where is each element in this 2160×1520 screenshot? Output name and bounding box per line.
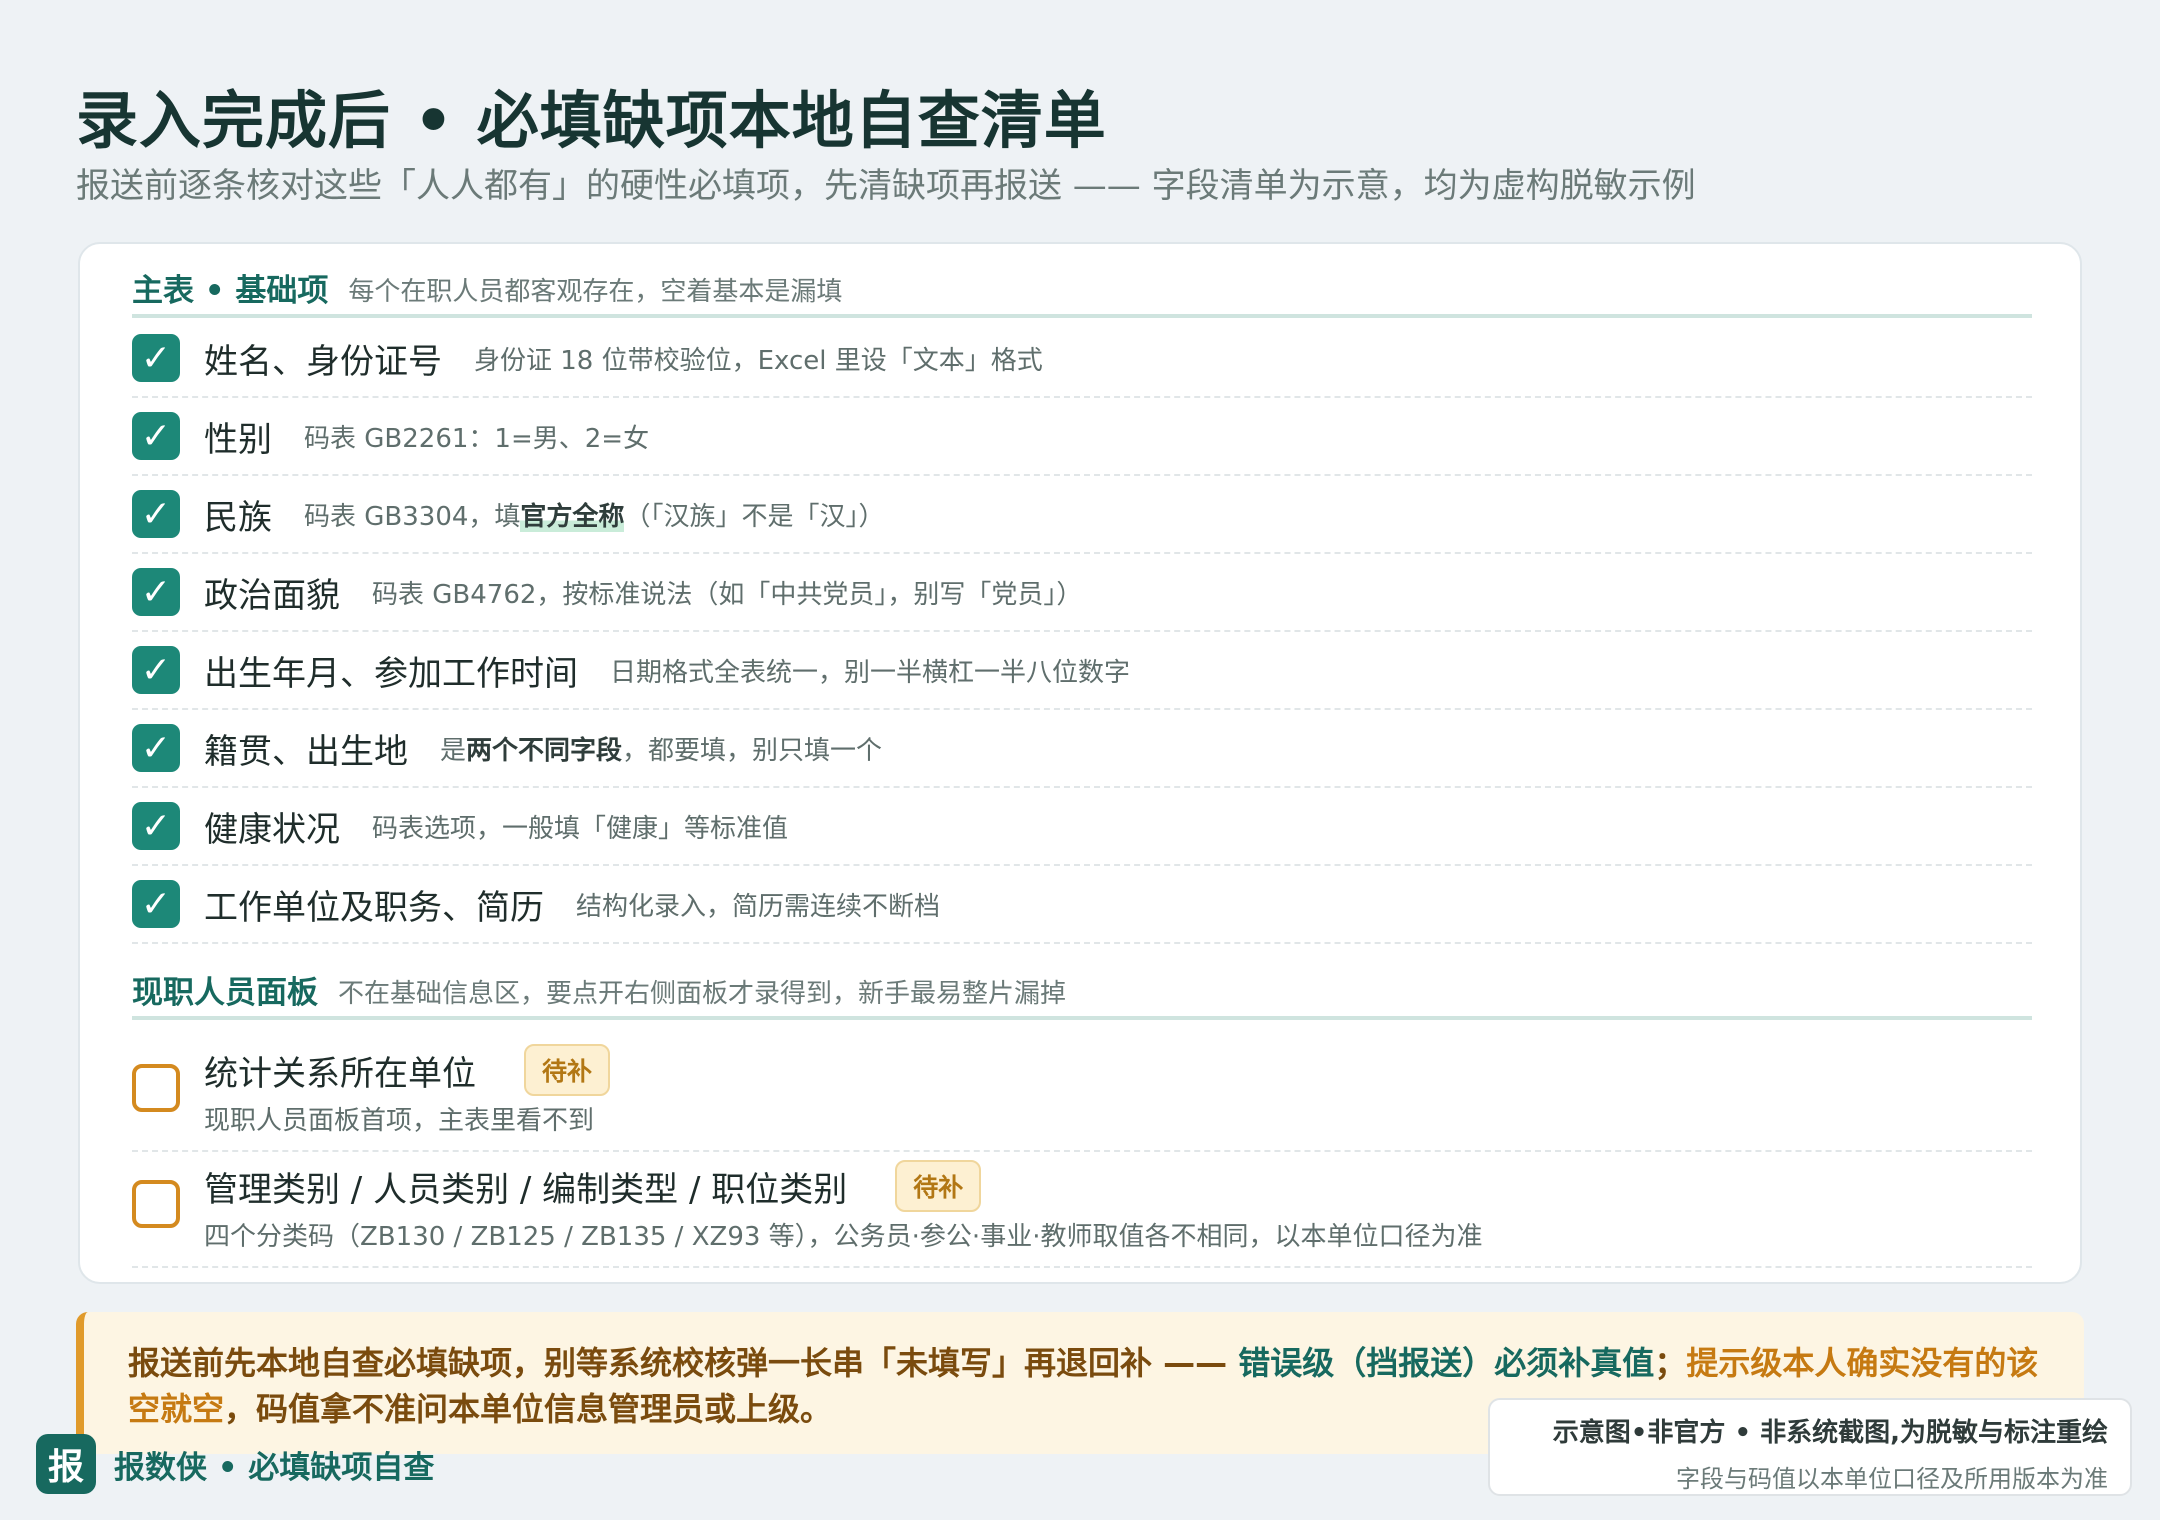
section-header-basic: 主表 • 基础项 每个在职人员都客观存在，空着基本是漏填 xyxy=(132,260,2032,318)
item-note: 码表 GB2261：1=男、2=女 xyxy=(304,423,650,454)
section-note: 不在基础信息区，要点开右侧面板才录得到，新手最易整片漏掉 xyxy=(338,979,1067,1009)
checkbox-checked-icon[interactable]: ✓ xyxy=(132,802,180,850)
pending-badge: 待补 xyxy=(524,1044,611,1096)
item-label: 姓名、身份证号 xyxy=(204,341,442,382)
item-label: 民族 xyxy=(204,497,272,538)
checklist-item-gender: ✓ 性别 码表 GB2261：1=男、2=女 xyxy=(132,398,2032,476)
item-label: 统计关系所在单位 xyxy=(204,1053,476,1094)
item-note-post: ，都要填，别只填一个 xyxy=(622,735,883,766)
item-label: 出生年月、参加工作时间 xyxy=(204,653,578,694)
item-label: 性别 xyxy=(204,419,272,460)
section-note: 每个在职人员都客观存在，空着基本是漏填 xyxy=(348,277,843,307)
item-note: 码表 GB4762，按标准说法（如「中共党员」，别写「党员」） xyxy=(372,579,1083,610)
callout-text: 报送前先本地自查必填缺项，别等系统校核弹一长串「未填写」再退回补 —— xyxy=(128,1344,1239,1382)
item-note: 身份证 18 位带校验位，Excel 里设「文本」格式 xyxy=(474,345,1043,376)
checklist-item-political-status: ✓ 政治面貌 码表 GB4762，按标准说法（如「中共党员」，别写「党员」） xyxy=(132,554,2032,632)
checklist-item-name-id: ✓ 姓名、身份证号 身份证 18 位带校验位，Excel 里设「文本」格式 xyxy=(132,320,2032,398)
checkbox-empty-icon[interactable] xyxy=(132,1180,180,1228)
checklist-item-dates: ✓ 出生年月、参加工作时间 日期格式全表统一，别一半横杠一半八位数字 xyxy=(132,632,2032,710)
item-label: 政治面貌 xyxy=(204,575,340,616)
item-note-highlight: 两个不同字段 xyxy=(466,735,623,766)
checklist-item-work-resume: ✓ 工作单位及职务、简历 结构化录入，简历需连续不断档 xyxy=(132,866,2032,944)
disclaimer-title: 示意图•非官方 • 非系统截图,为脱敏与标注重绘 xyxy=(1552,1418,2108,1448)
item-note: 是两个不同字段，都要填，别只填一个 xyxy=(440,730,882,767)
page-title: 录入完成后 • 必填缺项本地自查清单 xyxy=(76,84,1107,157)
item-label: 工作单位及职务、简历 xyxy=(204,887,544,928)
pending-badge: 待补 xyxy=(895,1160,982,1212)
section-title: 现职人员面板 xyxy=(132,975,318,1011)
checklist-item-ethnicity: ✓ 民族 码表 GB3304，填官方全称（「汉族」不是「汉」） xyxy=(132,476,2032,554)
item-note: 结构化录入，简历需连续不断档 xyxy=(576,891,941,922)
disclaimer-note: 字段与码值以本单位口径及所用版本为准 xyxy=(1676,1465,2108,1493)
checkbox-checked-icon[interactable]: ✓ xyxy=(132,568,180,616)
callout-separator: ； xyxy=(1654,1344,1687,1382)
checkbox-checked-icon[interactable]: ✓ xyxy=(132,412,180,460)
page-subtitle: 报送前逐条核对这些「人人都有」的硬性必填项，先清缺项再报送 —— 字段清单为示意… xyxy=(76,166,1696,206)
item-note-post: （「汉族」不是「汉」） xyxy=(624,501,885,532)
item-note: 码表选项，一般填「健康」等标准值 xyxy=(372,813,789,844)
item-note-pre: 码表 GB3304，填 xyxy=(304,501,521,532)
checkbox-checked-icon[interactable]: ✓ xyxy=(132,646,180,694)
brand-footer: 报 报数侠 • 必填缺项自查 xyxy=(36,1434,434,1494)
checkbox-checked-icon[interactable]: ✓ xyxy=(132,880,180,928)
item-note: 码表 GB3304，填官方全称（「汉族」不是「汉」） xyxy=(304,496,884,533)
callout-error-level: 错误级（挡报送）必须补真值 xyxy=(1238,1344,1655,1382)
section-title: 主表 • 基础项 xyxy=(132,273,329,309)
brand-logo-icon: 报 xyxy=(36,1434,96,1494)
callout-text-end: ，码值拿不准问本单位信息管理员或上级。 xyxy=(224,1390,833,1428)
item-note: 日期格式全表统一，别一半横杠一半八位数字 xyxy=(610,657,1131,688)
item-note: 四个分类码（ZB130 / ZB125 / ZB135 / XZ93 等），公务… xyxy=(204,1222,1483,1252)
section-header-current-staff: 现职人员面板 不在基础信息区，要点开右侧面板才录得到，新手最易整片漏掉 xyxy=(132,962,2032,1020)
checklist-item-categories: 管理类别 / 人员类别 / 编制类型 / 职位类别 待补 四个分类码（ZB130… xyxy=(132,1154,2032,1268)
brand-name: 报数侠 • 必填缺项自查 xyxy=(114,1449,435,1486)
item-label: 健康状况 xyxy=(204,809,340,850)
checkbox-checked-icon[interactable]: ✓ xyxy=(132,724,180,772)
disclaimer-box: 示意图•非官方 • 非系统截图,为脱敏与标注重绘 字段与码值以本单位口径及所用版… xyxy=(1488,1398,2132,1496)
checklist-card: 主表 • 基础项 每个在职人员都客观存在，空着基本是漏填 ✓ 姓名、身份证号 身… xyxy=(78,242,2082,1284)
checkbox-checked-icon[interactable]: ✓ xyxy=(132,490,180,538)
item-note: 现职人员面板首项，主表里看不到 xyxy=(204,1106,595,1136)
item-label: 籍贯、出生地 xyxy=(204,731,408,772)
item-note-highlight: 官方全称 xyxy=(520,501,625,532)
checkbox-empty-icon[interactable] xyxy=(132,1064,180,1112)
checklist-item-native-place: ✓ 籍贯、出生地 是两个不同字段，都要填，别只填一个 xyxy=(132,710,2032,788)
checklist-item-health: ✓ 健康状况 码表选项，一般填「健康」等标准值 xyxy=(132,788,2032,866)
checkbox-checked-icon[interactable]: ✓ xyxy=(132,334,180,382)
item-note-pre: 是 xyxy=(440,735,467,766)
checklist-item-stat-unit: 统计关系所在单位 待补 现职人员面板首项，主表里看不到 xyxy=(132,1038,2032,1152)
item-label: 管理类别 / 人员类别 / 编制类型 / 职位类别 xyxy=(204,1169,848,1210)
